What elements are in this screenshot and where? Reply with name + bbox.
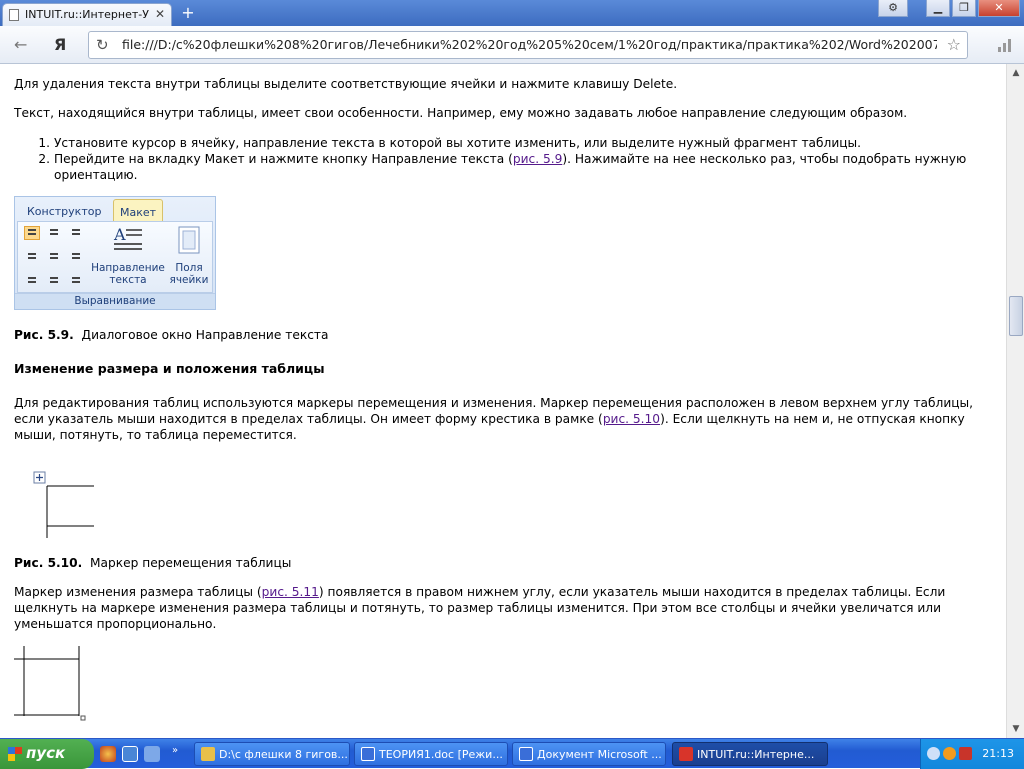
clock: 21:13	[982, 747, 1014, 760]
system-tray: 21:13	[920, 739, 1024, 769]
task-label: ТЕОРИЯ1.doc [Режи...	[379, 748, 503, 761]
text-direction-icon: A	[113, 225, 142, 250]
paragraph-text-before: Маркер изменения размера таблицы (	[14, 585, 262, 599]
page-content: Для удаления текста внутри таблицы выдел…	[0, 64, 1006, 738]
taskbar-item-browser[interactable]: INTUIT.ru::Интерне...	[672, 742, 828, 766]
task-label: INTUIT.ru::Интерне...	[697, 748, 815, 761]
back-arrow-icon[interactable]: ←	[14, 35, 27, 54]
tab-close-icon[interactable]: ✕	[155, 7, 165, 21]
yandex-browser-icon	[679, 747, 693, 761]
browser-tab-bar: INTUIT.ru::Интернет-У ✕ + ⚙ ▁ ❐ ✕	[0, 0, 1024, 26]
quicklaunch-desktop-icon[interactable]	[122, 746, 138, 762]
taskbar-item-word-theory[interactable]: ТЕОРИЯ1.doc [Режи...	[354, 742, 508, 766]
align-bottom-center-icon	[46, 270, 62, 284]
figure-number: Рис. 5.10.	[14, 556, 83, 570]
ribbon-group-label: Выравнивание	[15, 293, 215, 309]
text-direction-button-label: Направление текста	[90, 262, 166, 286]
cell-margins-label-line2: ячейки	[169, 274, 209, 286]
list-item: 1. Установите курсор в ячейку, направлен…	[38, 135, 994, 151]
word-document-icon	[361, 747, 375, 761]
paragraph-resize-marker: Маркер изменения размера таблицы (рис. 5…	[14, 584, 986, 632]
figure-caption-text: Маркер перемещения таблицы	[90, 556, 292, 570]
page-favicon-icon	[9, 9, 19, 21]
settings-gear-icon[interactable]: ⚙	[878, 0, 908, 17]
folder-icon	[201, 747, 215, 761]
paragraph-move-marker: Для редактирования таблиц используются м…	[14, 395, 986, 443]
list-number: 1.	[38, 136, 50, 150]
section-heading: Изменение размера и положения таблицы	[14, 361, 325, 376]
text-direction-label-line2: текста	[109, 274, 147, 286]
align-top-right-icon	[68, 226, 84, 240]
align-middle-left-icon	[24, 248, 40, 262]
new-tab-button[interactable]: +	[178, 4, 198, 22]
quicklaunch-expand-icon[interactable]: »	[172, 745, 178, 756]
tray-app-icon[interactable]	[943, 747, 956, 760]
taskbar-item-word-document[interactable]: Документ Microsoft ...	[512, 742, 666, 766]
vertical-scrollbar[interactable]: ▲ ▼	[1006, 64, 1024, 738]
figure-caption-text: Диалоговое окно Направление текста	[81, 328, 329, 342]
svg-text:A: A	[113, 225, 126, 244]
windows-taskbar: пуск » D:\с флешки 8 гигов... ТЕОРИЯ1.do…	[0, 738, 1024, 769]
ribbon-tab-designer: Конструктор	[27, 205, 102, 218]
list-text-before: Перейдите на вкладку Макет и нажмите кно…	[54, 152, 513, 166]
start-label: пуск	[26, 744, 66, 762]
align-middle-center-icon	[46, 248, 62, 262]
scroll-up-arrow-icon[interactable]: ▲	[1009, 66, 1023, 80]
navigation-bar: ← Я ↻ file:///D:/с%20флешки%208%20гигов/…	[0, 26, 1024, 64]
cell-margins-icon	[178, 226, 200, 254]
figure-link-5-9[interactable]: рис. 5.9	[513, 152, 563, 166]
browser-tab[interactable]: INTUIT.ru::Интернет-У ✕	[2, 3, 172, 26]
align-bottom-left-icon	[24, 270, 40, 284]
bookmark-star-icon[interactable]: ☆	[947, 35, 961, 54]
paragraph-delete: Для удаления текста внутри таблицы выдел…	[14, 77, 678, 91]
close-window-button[interactable]: ✕	[978, 0, 1020, 17]
task-label: D:\с флешки 8 гигов...	[219, 748, 348, 761]
list-text: Установите курсор в ячейку, направление …	[54, 136, 862, 150]
start-button[interactable]: пуск	[0, 739, 94, 769]
task-label: Документ Microsoft ...	[537, 748, 662, 761]
align-top-left-icon	[24, 226, 40, 240]
url-text[interactable]: file:///D:/с%20флешки%208%20гигов/Лечебн…	[122, 37, 937, 52]
figure-link-5-10[interactable]: рис. 5.10	[603, 412, 660, 426]
scroll-thumb[interactable]	[1009, 296, 1023, 336]
scroll-down-arrow-icon[interactable]: ▼	[1009, 722, 1023, 736]
ribbon-figure: Конструктор Макет A Направление текста П…	[14, 196, 216, 310]
table-move-marker-figure	[33, 471, 94, 538]
align-top-center-icon	[46, 226, 62, 240]
tab-title: INTUIT.ru::Интернет-У	[25, 8, 149, 21]
cell-margins-label-line1: Поля	[175, 262, 203, 274]
quicklaunch-browser-icon[interactable]	[100, 746, 116, 762]
quicklaunch-app-icon[interactable]	[144, 746, 160, 762]
text-direction-label-line1: Направление	[91, 262, 165, 274]
tray-back-icon[interactable]	[927, 747, 940, 760]
yandex-logo-icon[interactable]: Я	[54, 35, 66, 54]
align-middle-right-icon	[68, 248, 84, 262]
ribbon-tab-layout: Макет	[113, 199, 164, 221]
restore-button[interactable]: ❐	[952, 0, 976, 17]
table-resize-marker-figure	[14, 646, 86, 721]
reload-icon[interactable]: ↻	[96, 36, 109, 54]
taskbar-item-explorer[interactable]: D:\с флешки 8 гигов...	[194, 742, 350, 766]
windows-logo-icon	[8, 747, 22, 761]
list-number: 2.	[38, 152, 50, 166]
downloads-bars-icon[interactable]	[998, 38, 1012, 52]
figure-caption-5-9: Рис. 5.9. Диалоговое окно Направление те…	[14, 327, 999, 343]
list-item: 2. Перейдите на вкладку Макет и нажмите …	[38, 151, 979, 183]
cell-margins-button-label: Поля ячейки	[166, 262, 212, 286]
figure-number: Рис. 5.9.	[14, 328, 74, 342]
minimize-button[interactable]: ▁	[926, 0, 950, 17]
paragraph-direction: Текст, находящийся внутри таблицы, имеет…	[14, 106, 908, 120]
tray-flag-icon[interactable]	[959, 747, 972, 760]
figure-link-5-11[interactable]: рис. 5.11	[262, 585, 319, 599]
word-document-icon	[519, 747, 533, 761]
figure-caption-5-10: Рис. 5.10. Маркер перемещения таблицы	[14, 555, 999, 571]
ribbon-body: A Направление текста Поля ячейки	[17, 221, 213, 293]
align-bottom-right-icon	[68, 270, 84, 284]
address-bar[interactable]: ↻ file:///D:/с%20флешки%208%20гигов/Лече…	[88, 31, 968, 59]
